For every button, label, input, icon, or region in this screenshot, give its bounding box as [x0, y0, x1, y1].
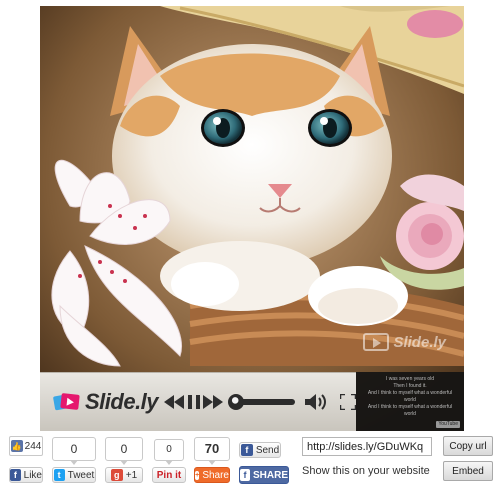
caption-line: Then I found it.: [393, 383, 427, 389]
pause-button[interactable]: [186, 392, 201, 412]
brand-name: Slide.ly: [85, 389, 159, 414]
google-plus-label: +1: [125, 469, 138, 481]
twitter-bird-icon: t: [53, 469, 65, 481]
facebook-like-button[interactable]: f Like: [9, 467, 43, 483]
google-plus-count: 0: [105, 437, 143, 465]
google-plus-one-button[interactable]: g +1: [105, 467, 143, 483]
volume-button[interactable]: [305, 392, 327, 412]
facebook-icon: f: [10, 469, 21, 481]
brand[interactable]: Slide.ly: [52, 389, 159, 415]
previous-button[interactable]: [164, 392, 185, 412]
caption-line: I was seven years old: [385, 376, 435, 382]
pinterest-count-value: 0: [166, 444, 172, 455]
facebook-like-count-value: 244: [24, 440, 42, 452]
facebook-send-button[interactable]: f Send: [239, 442, 281, 458]
watermark-text: Slide.ly: [393, 333, 446, 351]
share-count-value: 70: [204, 441, 220, 456]
copy-url-button[interactable]: Copy url: [443, 436, 493, 456]
rewind-icon: [164, 395, 185, 409]
next-button[interactable]: [203, 392, 224, 412]
embed-description: Show this on your website: [302, 465, 430, 477]
pinterest-pin-button[interactable]: Pin it: [152, 467, 186, 483]
facebook-like-label: Like: [23, 469, 42, 481]
tweet-label: Tweet: [67, 469, 95, 481]
share-url-field[interactable]: [302, 437, 432, 456]
tweet-button[interactable]: t Tweet: [52, 467, 96, 483]
caption-line: And I think to myself what a wonderful w…: [367, 404, 453, 417]
forward-icon: [203, 395, 224, 409]
slideshow-player[interactable]: Slide.ly Slide.ly I was seven years old …: [40, 6, 464, 431]
fullscreen-icon: [339, 394, 356, 410]
caption-line: And I think to myself what a wonderful w…: [367, 390, 453, 403]
caption-panel: I was seven years old Then I found it. A…: [356, 372, 464, 431]
kitten-photo: [40, 6, 464, 431]
facebook-icon: f: [240, 469, 250, 481]
thumbs-up-icon: 👍: [10, 440, 23, 452]
pause-icon: [187, 395, 200, 409]
watermark-logo: Slide.ly: [363, 333, 446, 351]
twitter-count-value: 0: [70, 442, 78, 456]
copy-url-label: Copy url: [449, 440, 487, 452]
volume-icon: [305, 394, 327, 410]
youtube-badge[interactable]: YouTube: [436, 421, 460, 428]
share-button[interactable]: + Share: [194, 467, 230, 483]
share-label: Share: [202, 469, 229, 481]
pinterest-label: Pin it: [156, 469, 182, 481]
google-plus-count-value: 0: [120, 442, 128, 456]
share-count: 70: [194, 437, 230, 465]
fullscreen-button[interactable]: [339, 393, 356, 411]
facebook-send-label: Send: [255, 444, 280, 456]
twitter-count: 0: [52, 437, 96, 465]
pinterest-count: 0: [154, 439, 184, 465]
facebook-icon: f: [240, 444, 253, 456]
seek-bar[interactable]: [225, 392, 296, 412]
player-controls: Slide.ly: [40, 372, 356, 431]
play-badge-icon: [363, 333, 390, 351]
embed-button[interactable]: Embed: [443, 461, 493, 481]
facebook-like-count: 👍 244: [9, 436, 43, 456]
facebook-share-label: SHARE: [252, 469, 288, 481]
share-icon: +: [195, 470, 200, 480]
google-plus-icon: g: [110, 469, 123, 481]
facebook-share-button[interactable]: f SHARE: [239, 466, 289, 484]
embed-label: Embed: [452, 465, 484, 477]
seek-handle[interactable]: [228, 394, 245, 410]
slidely-logo-icon: [52, 392, 80, 412]
